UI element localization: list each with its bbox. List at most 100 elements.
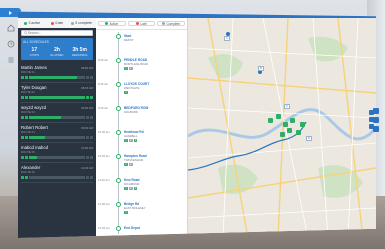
driver-route: ROUTE 05 bbox=[21, 150, 35, 154]
progress-segment bbox=[77, 76, 81, 79]
filter-tab-label: 3 active bbox=[28, 21, 41, 25]
timeline-tab-active[interactable]: Active bbox=[98, 21, 126, 26]
dispatch-app-window: 3 active 4 late 5 complete ALL SCHEDULES bbox=[18, 11, 376, 238]
status-dot-icon bbox=[71, 21, 75, 25]
progress-segment bbox=[53, 76, 57, 79]
progress-segment bbox=[53, 96, 57, 99]
filter-tab-complete[interactable]: 5 complete bbox=[70, 21, 93, 25]
progress-segment bbox=[45, 76, 49, 79]
progress-segment bbox=[65, 136, 69, 139]
filter-tab-active[interactable]: 3 active bbox=[21, 21, 44, 25]
progress-segment bbox=[85, 136, 89, 139]
stop-chip: 2 bbox=[128, 187, 133, 190]
search-input[interactable] bbox=[27, 31, 92, 35]
app-launcher-rail bbox=[0, 6, 21, 66]
stop-node-icon bbox=[116, 82, 121, 87]
timeline-tab-complete[interactable]: Complete bbox=[157, 21, 186, 26]
status-filter-tabs: 3 active 4 late 5 complete bbox=[18, 18, 96, 28]
driver-item[interactable]: wxyzd wxyzd 09:00 AM ROUTE 03 bbox=[21, 103, 93, 123]
driver-item[interactable]: Tyler Dougan 08:15 AM ROUTE 02 bbox=[21, 83, 93, 103]
progress-segment bbox=[65, 156, 69, 159]
stop-node-icon bbox=[116, 154, 121, 159]
progress-segment bbox=[57, 156, 61, 159]
stop-subtitle: RICHMOND bbox=[124, 182, 140, 186]
expand-icon[interactable] bbox=[0, 8, 21, 17]
progress-segment bbox=[73, 116, 77, 119]
progress-segment bbox=[57, 76, 61, 79]
progress-segment bbox=[29, 136, 33, 139]
progress-segment bbox=[61, 76, 65, 79]
stop-chip: 1 bbox=[124, 139, 128, 142]
driver-item[interactable]: mabcd mabcd 10:00 AM ROUTE 05 bbox=[21, 143, 93, 163]
close-icon[interactable] bbox=[373, 126, 379, 132]
progress-segment bbox=[69, 156, 73, 159]
progress-segment bbox=[41, 156, 45, 159]
progress-segments bbox=[21, 156, 93, 159]
progress-segment bbox=[81, 116, 85, 119]
home-icon[interactable] bbox=[6, 23, 16, 33]
progress-segment bbox=[37, 76, 41, 79]
stop-subtitle: WESTGATE bbox=[124, 86, 140, 90]
progress-segment bbox=[25, 176, 29, 179]
timeline-tab-late[interactable]: Late bbox=[127, 21, 156, 26]
progress-segment bbox=[81, 176, 85, 179]
progress-segment bbox=[45, 176, 49, 179]
driver-item[interactable]: Alexander 10:30 AM ROUTE 06 bbox=[21, 163, 93, 183]
list-icon[interactable] bbox=[6, 55, 16, 65]
stop-chip: 1 bbox=[124, 91, 128, 94]
progress-segment bbox=[45, 96, 49, 99]
driver-item[interactable]: Martin James 08:00 AM ROUTE 01 bbox=[21, 63, 93, 83]
progress-segment bbox=[85, 76, 89, 79]
progress-segment bbox=[33, 116, 37, 119]
progress-segment bbox=[85, 96, 89, 99]
progress-segment bbox=[45, 116, 49, 119]
pin-icon[interactable] bbox=[373, 108, 379, 114]
progress-segment bbox=[89, 76, 93, 79]
map-label: A bbox=[224, 36, 230, 41]
move-icon[interactable] bbox=[373, 117, 379, 123]
progress-segment bbox=[25, 136, 29, 139]
stop-chip: 3 bbox=[133, 187, 138, 190]
summary-header: ALL SCHEDULES bbox=[23, 40, 49, 44]
stop-chip: 2 bbox=[128, 67, 133, 70]
clock-icon[interactable] bbox=[6, 39, 16, 49]
status-dot-icon bbox=[162, 22, 166, 25]
stop-card: Kew Road RICHMOND 123 bbox=[124, 178, 184, 190]
progress-segment bbox=[77, 96, 81, 99]
progress-segment bbox=[33, 96, 37, 99]
stop-subtitle: TWICKENHAM bbox=[124, 158, 144, 162]
progress-segment bbox=[29, 76, 33, 79]
progress-segment bbox=[85, 116, 89, 119]
map-label: C bbox=[284, 104, 290, 109]
progress-segment bbox=[49, 76, 53, 79]
progress-segment bbox=[73, 76, 77, 79]
search-box[interactable] bbox=[21, 30, 93, 36]
filter-tab-late[interactable]: 4 late bbox=[46, 21, 69, 25]
progress-segment bbox=[65, 96, 69, 99]
progress-segment bbox=[29, 96, 33, 99]
driver-route: ROUTE 01 bbox=[21, 70, 35, 74]
stop-node-icon bbox=[116, 178, 121, 183]
stop-time: 8:00 am bbox=[98, 58, 109, 62]
progress-segment bbox=[53, 116, 57, 119]
progress-segment bbox=[21, 96, 25, 99]
driver-route: ROUTE 03 bbox=[21, 110, 35, 114]
progress-segment bbox=[77, 156, 81, 159]
stop-card: End Depot bbox=[124, 226, 184, 231]
route-map[interactable]: A B C D Map data ©2019 Google bbox=[188, 18, 376, 238]
driver-list: Martin James 08:00 AM ROUTE 01 Tyler Dou… bbox=[18, 62, 96, 184]
progress-segment bbox=[29, 156, 33, 159]
progress-segment bbox=[41, 116, 45, 119]
progress-segment bbox=[61, 176, 65, 179]
timeline-tab-label: Active bbox=[109, 21, 119, 26]
driver-sidebar: 3 active 4 late 5 complete ALL SCHEDULES bbox=[18, 18, 96, 238]
progress-segments bbox=[21, 116, 93, 119]
driver-time: 10:30 AM bbox=[81, 165, 93, 170]
progress-segment bbox=[33, 176, 37, 179]
progress-segment bbox=[85, 156, 89, 159]
stop-node-icon bbox=[116, 106, 121, 111]
progress-segment bbox=[29, 176, 33, 179]
driver-item[interactable]: Robert Robert 09:30 AM ROUTE 04 bbox=[21, 123, 93, 143]
stat-label: ELAPSED bbox=[50, 53, 64, 57]
progress-segment bbox=[53, 156, 57, 159]
